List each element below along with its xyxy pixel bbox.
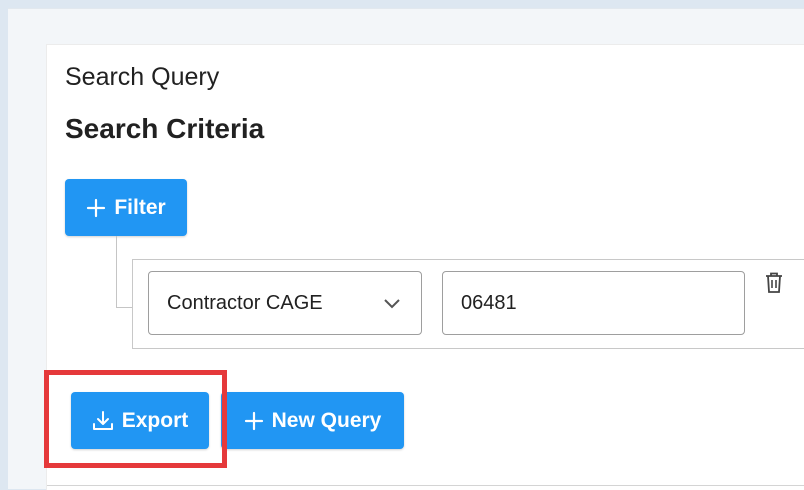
filter-value-input[interactable] [442,271,745,335]
card-divider [47,485,804,486]
field-select[interactable]: Contractor CAGE [148,271,422,335]
plus-icon [86,198,106,218]
trash-icon[interactable] [763,271,785,295]
tree-connector-horizontal [116,307,132,308]
tree-connector-vertical [116,236,117,308]
new-query-button[interactable]: New Query [221,392,404,449]
add-filter-button[interactable]: Filter [65,179,187,236]
download-icon [92,410,114,432]
export-label: Export [121,408,189,432]
search-query-card: Search Query Search Criteria Filter Cont… [46,44,804,490]
page-title: Search Query [65,63,220,91]
export-button[interactable]: Export [71,392,209,449]
new-query-label: New Query [271,408,382,432]
section-title: Search Criteria [65,113,265,144]
filter-row: Contractor CAGE [132,259,804,349]
chevron-down-icon [383,296,401,314]
plus-icon [244,411,264,431]
add-filter-label: Filter [114,195,166,219]
field-select-value: Contractor CAGE [167,291,323,314]
